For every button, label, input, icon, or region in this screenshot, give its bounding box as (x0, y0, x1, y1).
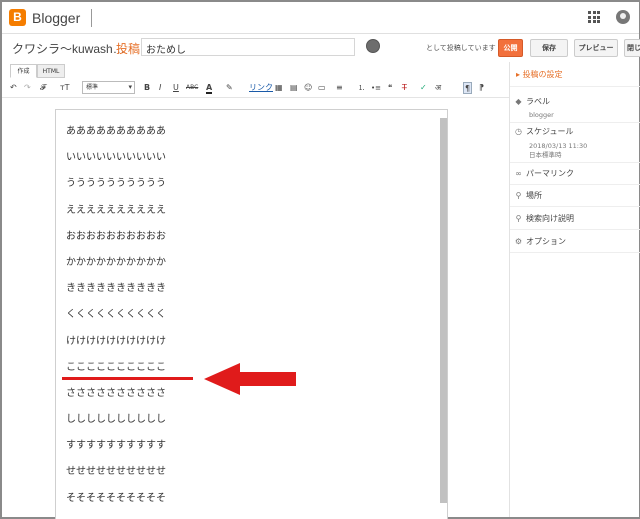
image-icon[interactable]: ▦ (275, 82, 283, 94)
search-icon: ⚲ (515, 214, 522, 223)
schedule-timezone: 日本標準時 (529, 151, 562, 159)
tab-compose[interactable]: 作成 (10, 64, 37, 78)
labels-title: ラベル (526, 97, 550, 106)
location-title: 場所 (526, 191, 542, 200)
editor-line[interactable]: きききききききききき (66, 281, 166, 307)
panel-divider (510, 184, 640, 185)
location-pin-icon: ⚲ (515, 191, 522, 200)
input-tools-icon[interactable]: अ (435, 82, 441, 94)
editor-line[interactable]: かかかかかかかかかか (66, 255, 166, 281)
post-header: クワシラ〜kuwash… · 投稿 おためし として投稿しています 公開 保存 … (2, 35, 640, 61)
author-avatar (366, 39, 380, 53)
annotation-underline (62, 377, 193, 380)
clear-format-icon[interactable]: T̶ (402, 82, 407, 94)
editor-content[interactable]: ああああああああああ いいいいいいいいいい うううううううううう えええええええ… (66, 124, 166, 517)
search-description-title: 検索向け説明 (526, 214, 574, 223)
jump-break-icon[interactable]: ▭ (318, 82, 326, 94)
label-tag-icon: ◆ (515, 97, 522, 106)
annotation-arrow-icon (204, 363, 296, 395)
undo-icon[interactable]: ↶ (10, 82, 17, 94)
link-icon: ∞ (515, 169, 522, 178)
apps-grid-icon[interactable] (588, 11, 600, 23)
post-settings-title[interactable]: ▸ 投稿の設定 (516, 69, 563, 80)
editor-line[interactable]: ここここここここここ (66, 360, 166, 386)
app-name[interactable]: Blogger (32, 10, 80, 26)
redo-icon[interactable]: ↷ (24, 82, 31, 94)
save-button[interactable]: 保存 (530, 39, 568, 57)
editor-line[interactable]: そそそそそそそそそそ (66, 491, 166, 517)
tab-html[interactable]: HTML (37, 64, 65, 78)
editor-line[interactable]: おおおおおおおおおお (66, 229, 166, 255)
rtl-icon[interactable]: ¶ (479, 82, 484, 94)
editor-line[interactable]: うううううううううう (66, 176, 166, 202)
align-icon[interactable]: ≡ (336, 82, 343, 94)
account-avatar-icon[interactable] (616, 10, 630, 24)
panel-divider (510, 86, 640, 87)
format-select[interactable]: 標準 (82, 81, 135, 94)
top-bar: B Blogger (2, 2, 639, 34)
post-body-editor[interactable]: ああああああああああ いいいいいいいいいい うううううううううう えええええええ… (55, 109, 448, 519)
search-description-item[interactable]: ⚲ 検索向け説明 (514, 213, 574, 224)
strikethrough-button[interactable]: ABC (186, 82, 198, 94)
panel-divider (510, 206, 640, 207)
editor-line[interactable]: しししししししししし (66, 412, 166, 438)
numbered-list-icon[interactable]: ⒈ (358, 82, 365, 94)
highlight-color-icon[interactable]: ✎ (226, 82, 233, 94)
ltr-icon[interactable]: ¶ (463, 82, 473, 94)
close-button[interactable]: 閉じ (624, 39, 640, 57)
permalink-item[interactable]: ∞ パーマリンク (514, 168, 574, 179)
editor-scrollbar[interactable] (440, 118, 447, 503)
breadcrumb-separator: · (105, 40, 109, 54)
emoji-icon[interactable]: ☺ (304, 82, 312, 94)
publish-button[interactable]: 公開 (498, 39, 523, 57)
underline-button[interactable]: U (173, 82, 179, 94)
italic-button[interactable]: I (159, 82, 161, 94)
editor-line[interactable]: くくくくくくくくくく (66, 307, 166, 333)
options-item[interactable]: ⚙ オプション (514, 236, 566, 247)
editor-line[interactable]: ええええええええええ (66, 203, 166, 229)
panel-divider (510, 162, 640, 163)
schedule-title: スケジュール (526, 127, 574, 136)
labels-item[interactable]: ◆ ラベル (514, 96, 550, 107)
top-divider (91, 9, 92, 27)
clock-icon: ◷ (515, 127, 522, 136)
labels-value: blogger (529, 111, 554, 119)
bold-button[interactable]: B (144, 82, 150, 94)
post-title-input[interactable]: おためし (141, 38, 355, 56)
editor-line[interactable]: ああああああああああ (66, 124, 166, 150)
quote-icon[interactable]: ❝ (388, 82, 392, 94)
editor-line[interactable]: すすすすすすすすすす (66, 438, 166, 464)
gear-icon: ⚙ (514, 237, 523, 246)
panel-divider (510, 229, 640, 230)
post-settings-panel: ▸ 投稿の設定 ◆ ラベル blogger ◷ スケジュール 2018/03/13 … (509, 62, 640, 517)
formatting-toolbar: ↶ ↷ 𝓕 ᴛT 標準 B I U ABC A ✎ リンク ▦ ▤ ☺ ▭ ≡ … (2, 78, 510, 98)
schedule-item[interactable]: ◷ スケジュール (514, 126, 573, 137)
permalink-title: パーマリンク (526, 169, 574, 178)
blogger-logo-icon[interactable]: B (9, 9, 26, 26)
post-settings-title-text: 投稿の設定 (522, 70, 563, 79)
video-icon[interactable]: ▤ (290, 82, 298, 94)
preview-button[interactable]: プレビュー (574, 39, 618, 57)
editor-line[interactable]: ささささささささささ (66, 386, 166, 412)
text-color-icon[interactable]: A (206, 82, 213, 94)
editor-line[interactable]: けけけけけけけけけけ (66, 334, 166, 360)
location-item[interactable]: ⚲ 場所 (514, 190, 542, 201)
panel-divider (510, 122, 640, 123)
editor-line[interactable]: せせせせせせせせせせ (66, 464, 166, 490)
panel-divider (510, 252, 640, 253)
font-family-icon[interactable]: 𝓕 (40, 82, 46, 94)
link-button[interactable]: リンク (249, 82, 273, 94)
font-size-icon[interactable]: ᴛT (60, 82, 70, 94)
posting-as-label: として投稿しています (426, 44, 496, 52)
breadcrumb-posts[interactable]: 投稿 (116, 40, 140, 57)
bullet-list-icon[interactable]: •≡ (371, 82, 381, 94)
schedule-datetime: 2018/03/13 11:30 (529, 142, 588, 150)
options-title: オプション (526, 237, 566, 246)
spellcheck-icon[interactable]: ✓ (420, 82, 427, 94)
editor-line[interactable]: いいいいいいいいいい (66, 150, 166, 176)
